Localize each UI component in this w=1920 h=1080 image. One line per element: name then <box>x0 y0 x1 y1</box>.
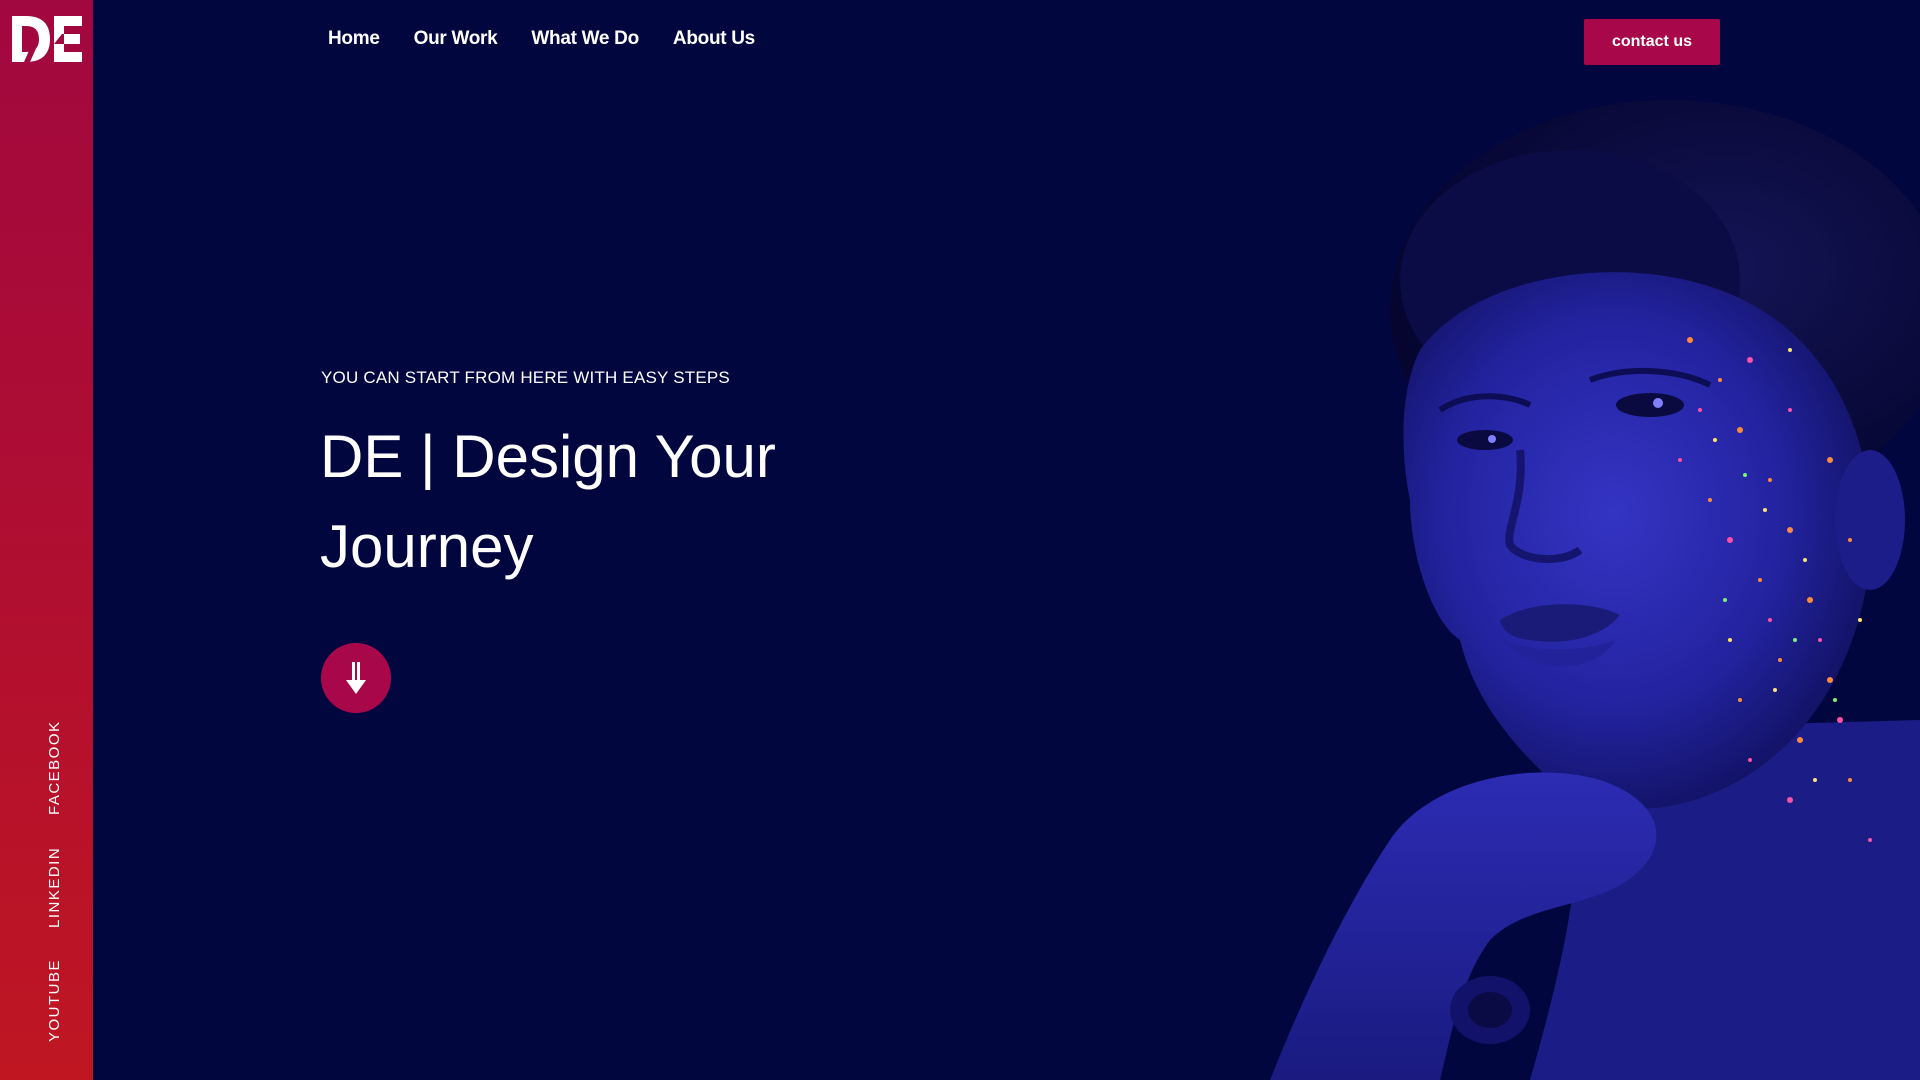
hero-portrait-image <box>1270 100 1920 1080</box>
landing-page: FACEBOOK LINKEDIN YOUTUBE Home Our Work … <box>0 0 1920 1080</box>
facebook-link[interactable]: FACEBOOK <box>46 720 63 815</box>
arrow-down-icon <box>346 662 366 694</box>
nav-our-work[interactable]: Our Work <box>414 28 498 50</box>
hero-headline: DE | Design Your Journey <box>320 423 776 580</box>
left-sidebar: FACEBOOK LINKEDIN YOUTUBE <box>0 0 93 1080</box>
contact-us-button[interactable]: contact us <box>1584 19 1720 65</box>
youtube-link[interactable]: YOUTUBE <box>46 959 63 1042</box>
de-logo-icon <box>12 16 82 62</box>
scroll-down-button[interactable] <box>321 643 391 713</box>
linkedin-link[interactable]: LINKEDIN <box>46 847 63 928</box>
hero-eyebrow: YOU CAN START FROM HERE WITH EASY STEPS <box>321 368 730 387</box>
nav-what-we-do[interactable]: What We Do <box>531 28 639 50</box>
nav-about-us[interactable]: About Us <box>673 28 755 50</box>
main-nav: Home Our Work What We Do About Us <box>328 28 755 50</box>
nav-home[interactable]: Home <box>328 28 380 50</box>
